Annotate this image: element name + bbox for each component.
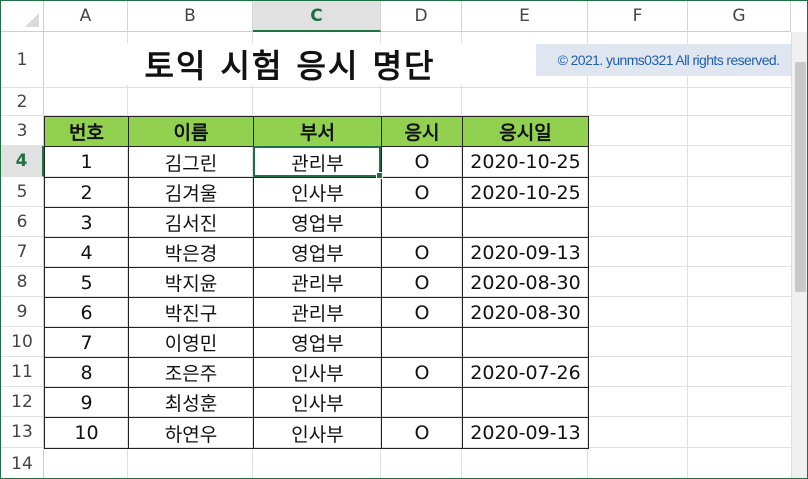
cell-name[interactable]: 박은경 [129,238,254,268]
spreadsheet-window: A B C D E F G 1 2 3 4 5 6 7 8 9 10 11 12… [0,0,808,479]
row-header-10[interactable]: 10 [1,327,44,357]
cell-exam-date[interactable]: 2020-09-13 [463,418,589,449]
cell-exam-date[interactable]: 2020-08-30 [463,298,589,328]
cell-number[interactable]: 3 [45,208,129,238]
column-header-b[interactable]: B [128,1,253,32]
select-all-triangle-icon [25,13,39,27]
cell-exam-date[interactable] [463,328,589,358]
cell-department[interactable]: 인사부 [254,358,382,388]
cell-taken[interactable] [382,388,463,418]
column-header-f[interactable]: F [588,1,688,32]
cell-name[interactable]: 최성훈 [129,388,254,418]
row-header-6[interactable]: 6 [1,207,44,237]
cell-number[interactable]: 7 [45,328,129,358]
cell-department[interactable]: 인사부 [254,388,382,418]
column-header-e[interactable]: E [462,1,588,32]
cell-name[interactable]: 박지윤 [129,268,254,298]
copyright-note: © 2021. yunms0321 All rights reserved. [536,44,801,76]
cell-taken[interactable] [382,208,463,238]
row-header-8[interactable]: 8 [1,267,44,297]
row-header-12[interactable]: 12 [1,387,44,417]
cell-number[interactable]: 1 [45,147,129,178]
row-header-1[interactable]: 1 [1,32,44,88]
column-header-d[interactable]: D [381,1,462,32]
gridline [44,87,807,88]
cell-name[interactable]: 박진구 [129,298,254,328]
header-name[interactable]: 이름 [129,117,254,147]
cell-taken[interactable]: O [382,178,463,208]
cell-exam-date[interactable]: 2020-08-30 [463,268,589,298]
cell-exam-date[interactable] [463,208,589,238]
cell-taken[interactable] [382,328,463,358]
active-cell-selection[interactable] [253,146,383,179]
cell-exam-date[interactable]: 2020-10-25 [463,178,589,208]
cell-taken[interactable]: O [382,358,463,388]
cell-taken[interactable]: O [382,418,463,449]
cell-taken[interactable]: O [382,147,463,178]
cell-exam-date[interactable]: 2020-09-13 [463,238,589,268]
row-header-11[interactable]: 11 [1,357,44,387]
cell-number[interactable]: 10 [45,418,129,449]
cell-department[interactable]: 인사부 [254,178,382,208]
row-header-5[interactable]: 5 [1,177,44,207]
cell-exam-date[interactable] [463,388,589,418]
scrollbar-thumb[interactable] [795,62,806,292]
select-all-corner[interactable] [1,1,44,32]
vertical-scrollbar[interactable] [791,32,807,478]
header-exam-date[interactable]: 응시일 [463,117,589,147]
cell-number[interactable]: 5 [45,268,129,298]
cell-name[interactable]: 조은주 [129,358,254,388]
row-header-14[interactable]: 14 [1,448,44,478]
gridline [687,32,688,478]
row-header-9[interactable]: 9 [1,297,44,327]
row-header-7[interactable]: 7 [1,237,44,267]
cell-name[interactable]: 이영민 [129,328,254,358]
sheet-title[interactable]: 토익 시험 응시 명단 [45,43,535,85]
fill-handle[interactable] [376,172,383,179]
cell-department[interactable]: 관리부 [254,298,382,328]
cell-exam-date[interactable]: 2020-10-25 [463,147,589,178]
header-taken[interactable]: 응시 [382,117,463,147]
cell-department[interactable]: 관리부 [254,268,382,298]
column-header-a[interactable]: A [44,1,128,32]
header-department[interactable]: 부서 [254,117,382,147]
cell-number[interactable]: 2 [45,178,129,208]
cell-department[interactable]: 인사부 [254,418,382,449]
row-header-13[interactable]: 13 [1,417,44,448]
column-header-c[interactable]: C [253,1,381,32]
cell-department[interactable]: 영업부 [254,238,382,268]
cell-exam-date[interactable]: 2020-07-26 [463,358,589,388]
row-header-3[interactable]: 3 [1,116,44,146]
cell-name[interactable]: 김서진 [129,208,254,238]
cell-name[interactable]: 하연우 [129,418,254,449]
cell-taken[interactable]: O [382,268,463,298]
cell-taken[interactable]: O [382,298,463,328]
cell-number[interactable]: 6 [45,298,129,328]
cell-department[interactable]: 영업부 [254,208,382,238]
cell-number[interactable]: 4 [45,238,129,268]
cell-name[interactable]: 김그린 [129,147,254,178]
cell-number[interactable]: 9 [45,388,129,418]
cell-taken[interactable]: O [382,238,463,268]
row-header-4[interactable]: 4 [1,146,44,177]
column-header-g[interactable]: G [688,1,791,32]
header-number[interactable]: 번호 [45,117,129,147]
cell-department[interactable]: 영업부 [254,328,382,358]
row-header-2[interactable]: 2 [1,88,44,116]
cell-name[interactable]: 김겨울 [129,178,254,208]
cell-number[interactable]: 8 [45,358,129,388]
